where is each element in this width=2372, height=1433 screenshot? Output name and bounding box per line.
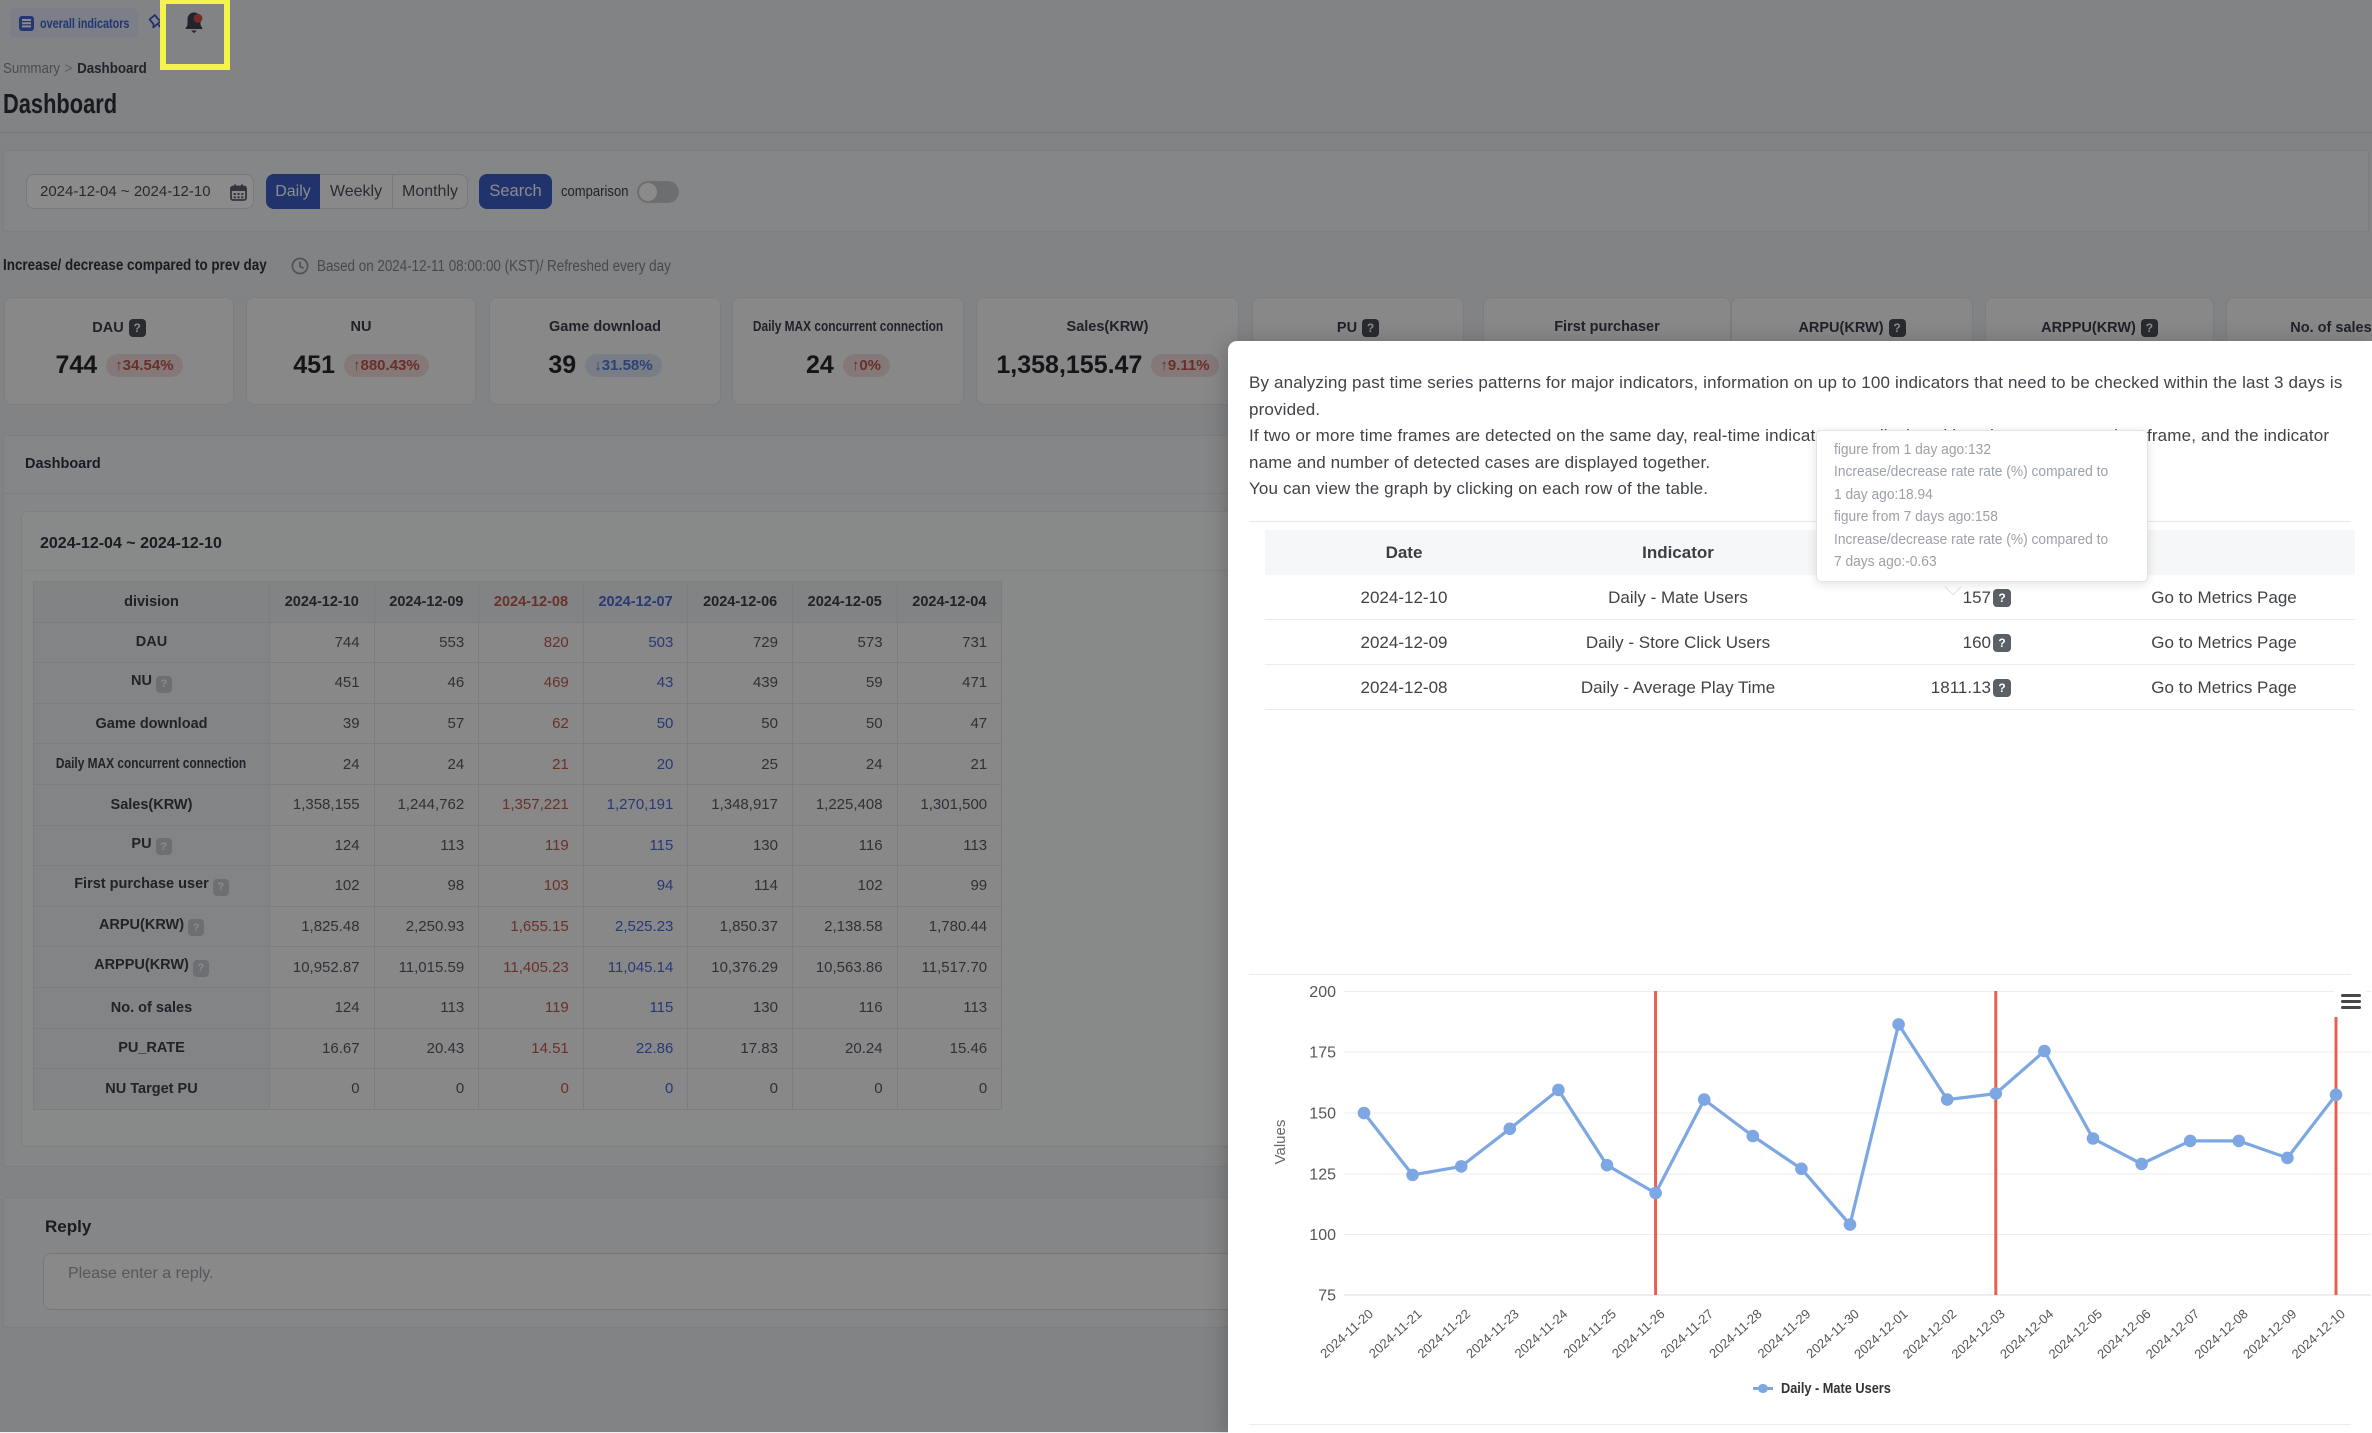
svg-text:200: 200	[1309, 984, 1336, 1001]
svg-text:175: 175	[1309, 1045, 1336, 1062]
svg-text:2024-12-10: 2024-12-10	[2289, 1306, 2348, 1362]
svg-text:Values: Values	[1272, 1120, 1289, 1165]
svg-text:150: 150	[1309, 1106, 1336, 1123]
svg-text:125: 125	[1309, 1167, 1336, 1184]
svg-text:75: 75	[1318, 1288, 1336, 1305]
svg-text:100: 100	[1309, 1227, 1336, 1244]
